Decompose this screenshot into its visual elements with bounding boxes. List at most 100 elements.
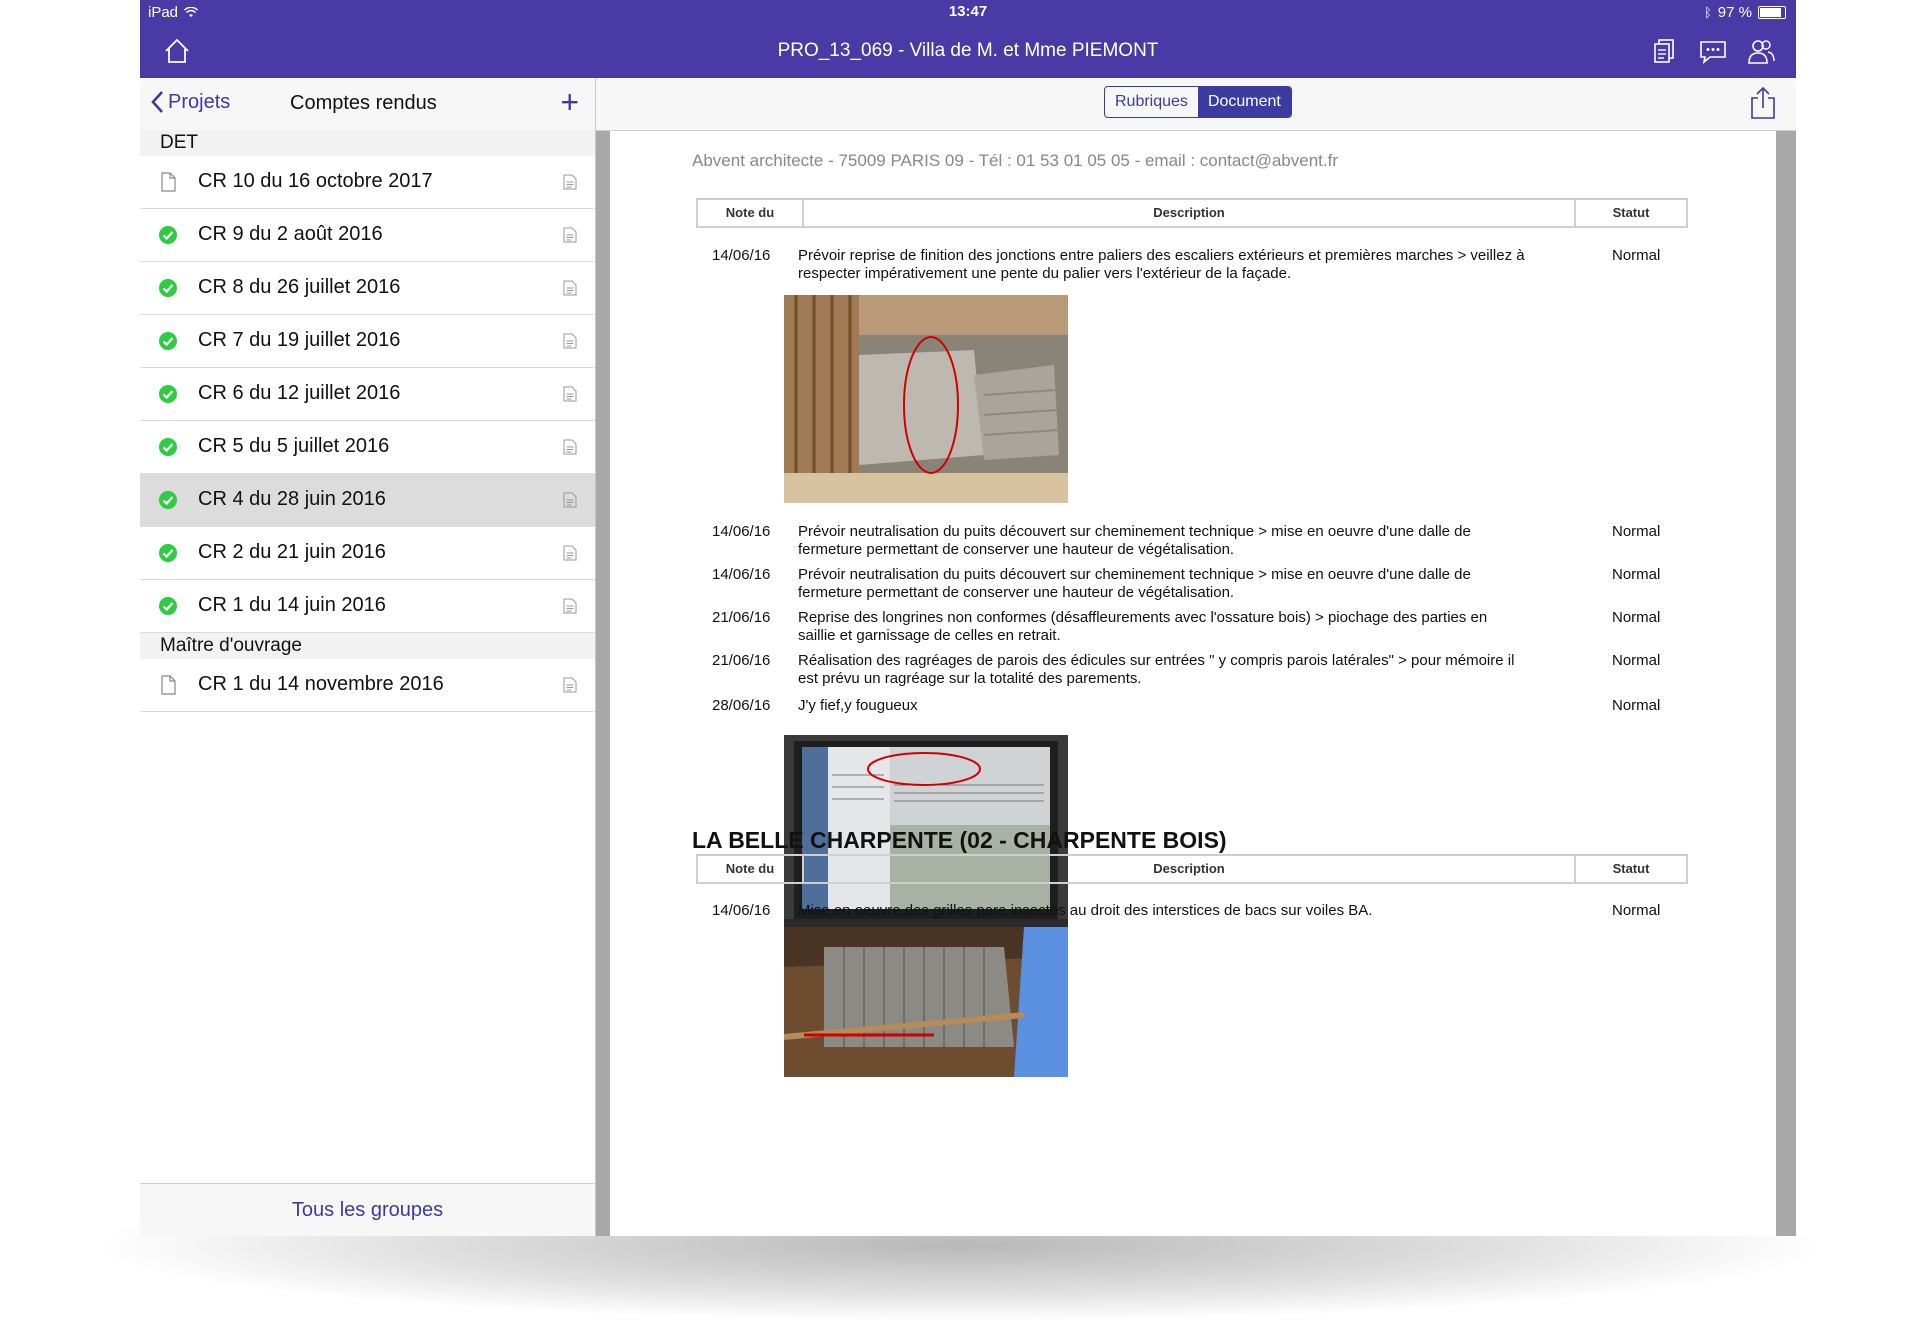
entry-date: 21/06/16 bbox=[712, 609, 771, 626]
check-circle-icon bbox=[159, 544, 177, 562]
reports-pane: Projets Comptes rendus + DET CR 10 du 16 … bbox=[140, 78, 596, 1236]
entry-description: Réalisation des ragréages de parois des … bbox=[798, 652, 1515, 687]
table-header: Note du Description Statut bbox=[696, 198, 1688, 228]
photo-stairs[interactable] bbox=[784, 295, 1068, 503]
page-icon bbox=[161, 675, 176, 695]
report-label: CR 10 du 16 octobre 2017 bbox=[198, 170, 433, 192]
document-icon[interactable] bbox=[563, 439, 577, 455]
entry-status: Normal bbox=[1612, 697, 1661, 714]
report-row[interactable]: CR 9 du 2 août 2016 bbox=[140, 209, 595, 262]
report-label: CR 8 du 26 juillet 2016 bbox=[198, 276, 401, 298]
column-header-description: Description bbox=[804, 200, 1576, 226]
column-header-date: Note du bbox=[698, 200, 804, 226]
entry-date: 14/06/16 bbox=[712, 247, 771, 264]
report-label: CR 5 du 5 juillet 2016 bbox=[198, 435, 390, 457]
check-circle-icon bbox=[159, 279, 177, 297]
comments-icon[interactable] bbox=[1698, 36, 1728, 66]
clock: 13:47 bbox=[948, 3, 988, 20]
entry-description: Mise en oeuvre des grilles pare insectes… bbox=[798, 902, 1373, 919]
report-row[interactable]: CR 2 du 21 juin 2016 bbox=[140, 527, 595, 580]
check-circle-icon bbox=[159, 438, 177, 456]
column-header-description: Description bbox=[804, 856, 1576, 882]
entry-date: 21/06/16 bbox=[712, 652, 771, 669]
entry-status: Normal bbox=[1612, 609, 1661, 626]
status-right: ᛒ 97 % bbox=[1704, 4, 1786, 21]
photo-roof[interactable] bbox=[784, 927, 1068, 1077]
report-row[interactable]: CR 1 du 14 novembre 2016 bbox=[140, 659, 595, 712]
ipad-screen: iPad 13:47 ᛒ 97 % PRO_13_069 - Villa de … bbox=[140, 0, 1796, 1236]
document-icon[interactable] bbox=[563, 677, 577, 693]
report-label: CR 1 du 14 juin 2016 bbox=[198, 594, 386, 616]
check-circle-icon bbox=[159, 597, 177, 615]
report-row[interactable]: CR 5 du 5 juillet 2016 bbox=[140, 421, 595, 474]
report-row[interactable]: CR 1 du 14 juin 2016 bbox=[140, 580, 595, 633]
segment-document[interactable]: Document bbox=[1197, 87, 1291, 117]
document-icon[interactable] bbox=[563, 492, 577, 508]
users-icon[interactable] bbox=[1746, 36, 1776, 66]
document-icon[interactable] bbox=[563, 598, 577, 614]
document-page: Abvent architecte - 75009 PARIS 09 - Tél… bbox=[610, 131, 1776, 1236]
entry-date: 14/06/16 bbox=[712, 566, 771, 583]
check-circle-icon bbox=[159, 385, 177, 403]
table-header: Note du Description Statut bbox=[696, 854, 1688, 884]
column-header-status: Statut bbox=[1612, 205, 1650, 220]
nav-actions bbox=[1650, 36, 1776, 66]
reports-title: Comptes rendus bbox=[290, 92, 437, 114]
segment-rubriques[interactable]: Rubriques bbox=[1105, 87, 1198, 117]
chevron-left-icon bbox=[151, 91, 163, 113]
document-icon[interactable] bbox=[563, 545, 577, 561]
page-icon bbox=[161, 172, 176, 192]
entry-description: Prévoir neutralisation du puits découver… bbox=[798, 566, 1471, 601]
section-title: LA BELLE CHARPENTE (02 - CHARPENTE BOIS) bbox=[692, 827, 1227, 853]
document-icon[interactable] bbox=[563, 386, 577, 402]
report-row[interactable]: CR 7 du 19 juillet 2016 bbox=[140, 315, 595, 368]
entry-status: Normal bbox=[1612, 247, 1661, 264]
entry-status: Normal bbox=[1612, 902, 1661, 919]
document-icon[interactable] bbox=[563, 227, 577, 243]
report-label: CR 4 du 28 juin 2016 bbox=[198, 488, 386, 510]
report-row[interactable]: CR 8 du 26 juillet 2016 bbox=[140, 262, 595, 315]
document-toolbar: Rubriques Document bbox=[596, 78, 1796, 131]
report-label: CR 9 du 2 août 2016 bbox=[198, 223, 383, 245]
entry-description: J'y fief,y fougueux bbox=[798, 697, 918, 714]
entry-description: Reprise des longrines non conformes (dés… bbox=[798, 609, 1488, 644]
bluetooth-icon: ᛒ bbox=[1703, 5, 1712, 20]
report-row[interactable]: CR 6 du 12 juillet 2016 bbox=[140, 368, 595, 421]
group-header: DET bbox=[140, 130, 595, 156]
documents-icon[interactable] bbox=[1650, 36, 1680, 66]
document-icon[interactable] bbox=[563, 280, 577, 296]
add-report-button[interactable]: + bbox=[560, 86, 579, 118]
report-label: CR 1 du 14 novembre 2016 bbox=[198, 673, 444, 695]
entry-status: Normal bbox=[1612, 566, 1661, 583]
entry-status: Normal bbox=[1612, 523, 1661, 540]
document-icon[interactable] bbox=[563, 174, 577, 190]
column-header-status: Statut bbox=[1612, 861, 1650, 876]
back-label: Projets bbox=[168, 90, 231, 113]
battery-level bbox=[1760, 8, 1781, 17]
navigation-bar: iPad 13:47 ᛒ 97 % PRO_13_069 - Villa de … bbox=[140, 0, 1796, 78]
report-label: CR 2 du 21 juin 2016 bbox=[198, 541, 386, 563]
battery-icon bbox=[1758, 6, 1786, 19]
entry-date: 28/06/16 bbox=[712, 697, 771, 714]
column-header-date: Note du bbox=[698, 856, 804, 882]
project-title: PRO_13_069 - Villa de M. et Mme PIEMONT bbox=[777, 40, 1159, 61]
report-row[interactable]: CR 4 du 28 juin 2016 bbox=[140, 474, 595, 527]
battery-percent: 97 % bbox=[1717, 4, 1752, 21]
all-groups-button[interactable]: Tous les groupes bbox=[140, 1183, 595, 1236]
document-icon[interactable] bbox=[563, 333, 577, 349]
check-circle-icon bbox=[159, 226, 177, 244]
report-label: CR 7 du 19 juillet 2016 bbox=[198, 329, 401, 351]
entry-date: 14/06/16 bbox=[712, 902, 771, 919]
report-row[interactable]: CR 10 du 16 octobre 2017 bbox=[140, 156, 595, 209]
check-circle-icon bbox=[159, 491, 177, 509]
entry-status: Normal bbox=[1612, 652, 1661, 669]
view-segmented-control: Rubriques Document bbox=[1104, 86, 1292, 118]
check-circle-icon bbox=[159, 332, 177, 350]
entry-description: Prévoir neutralisation du puits découver… bbox=[798, 523, 1471, 558]
document-letterhead: Abvent architecte - 75009 PARIS 09 - Tél… bbox=[692, 151, 1338, 170]
reports-header: Projets Comptes rendus + bbox=[140, 78, 595, 131]
back-button[interactable]: Projets bbox=[150, 90, 230, 114]
share-icon[interactable] bbox=[1748, 86, 1778, 120]
entry-date: 14/06/16 bbox=[712, 523, 771, 540]
group-header: Maître d'ouvrage bbox=[140, 633, 595, 659]
